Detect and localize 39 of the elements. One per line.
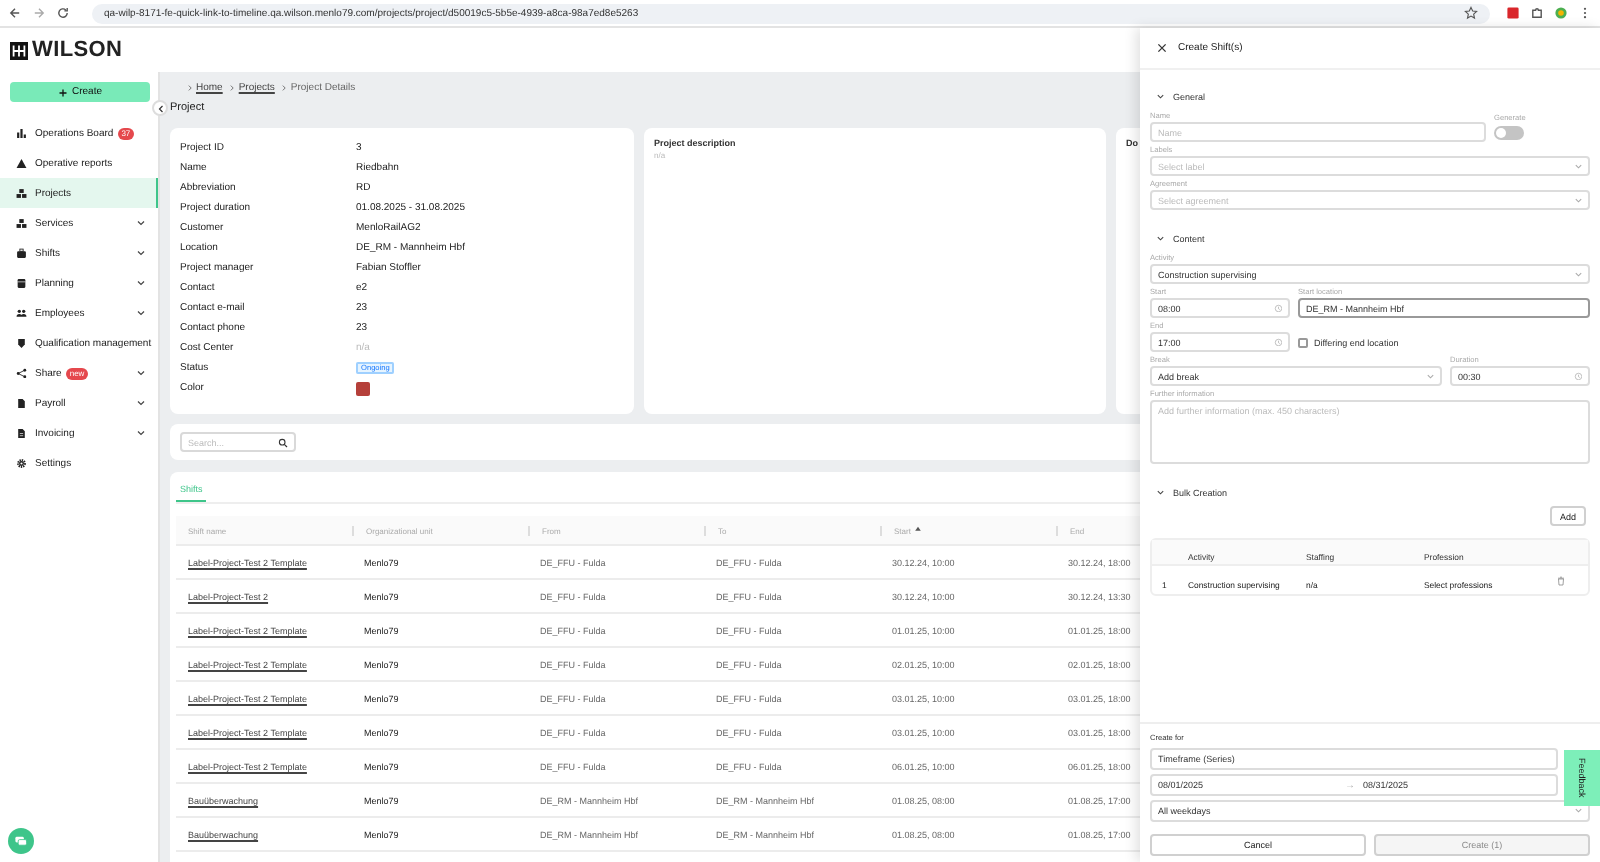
reload-icon[interactable] xyxy=(56,6,70,20)
gear-icon xyxy=(16,457,27,469)
document-icon xyxy=(16,427,27,439)
people-icon xyxy=(16,307,27,319)
clock-icon xyxy=(1273,303,1282,313)
clock-icon xyxy=(1573,371,1582,381)
badge-icon xyxy=(16,337,27,349)
blocks-icon xyxy=(16,217,27,229)
extension-icon[interactable] xyxy=(1506,6,1520,20)
chevron-down-icon[interactable] xyxy=(1156,91,1165,101)
clock-icon xyxy=(1273,337,1282,347)
checkbox[interactable] xyxy=(1298,337,1308,347)
profile-icon[interactable] xyxy=(1554,6,1568,20)
chevron-down-icon xyxy=(1573,195,1582,205)
bar-chart-icon xyxy=(16,127,27,139)
sort-arrow-icon xyxy=(914,526,923,534)
blocks-icon xyxy=(16,187,27,199)
logo[interactable]: WILSON xyxy=(32,38,123,62)
document-icon xyxy=(16,397,27,409)
logo-icon[interactable] xyxy=(10,41,28,59)
warning-icon xyxy=(16,157,27,169)
briefcase-icon xyxy=(16,247,27,259)
close-icon[interactable] xyxy=(1156,42,1168,54)
chevron-down-icon xyxy=(1425,371,1434,381)
chat-icon xyxy=(14,834,28,848)
chevron-down-icon xyxy=(1573,806,1582,816)
chevron-down-icon[interactable] xyxy=(1156,487,1165,497)
menu-icon[interactable] xyxy=(1578,6,1592,20)
toggle-switch[interactable] xyxy=(1494,126,1524,140)
calendar-icon xyxy=(16,277,27,289)
share-icon xyxy=(16,367,27,379)
chevron-down-icon xyxy=(1573,269,1582,279)
back-icon[interactable] xyxy=(8,6,22,20)
chevron-down-icon xyxy=(1573,161,1582,171)
star-icon[interactable] xyxy=(1464,6,1478,20)
chevron-down-icon[interactable] xyxy=(1156,233,1165,243)
chevron-left-icon xyxy=(155,103,165,113)
search-icon xyxy=(278,437,288,447)
plus-icon xyxy=(57,87,68,97)
